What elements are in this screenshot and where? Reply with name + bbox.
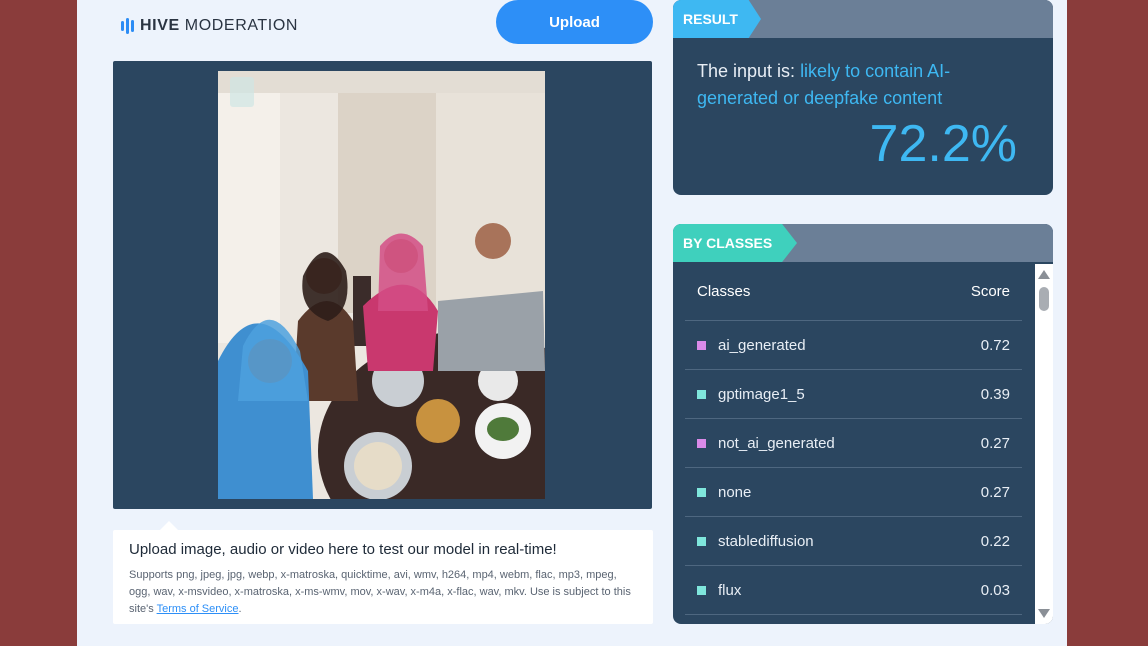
by-classes-card: BY CLASSES Classes Score ai_generated 0.7… [673,224,1053,624]
class-color-swatch [697,487,706,497]
table-row: gptimage1_5 0.39 [685,370,1022,419]
supported-formats-text: Supports png, jpeg, jpg, webp, x-matrosk… [129,567,637,618]
table-row: none 0.27 [685,468,1022,517]
logo-bars-icon [121,17,134,35]
upload-button[interactable]: Upload [496,0,653,44]
class-color-swatch [697,536,706,546]
class-color-swatch [697,585,706,595]
scroll-up-arrow-icon[interactable] [1038,270,1050,279]
class-name-cell: gptimage1_5 [697,386,805,403]
class-name-cell: none [697,484,751,501]
logo-text: HIVE MODERATION [140,17,298,35]
column-score: Score [970,282,1010,300]
uploaded-photo [218,71,545,499]
result-tag: RESULT [673,0,761,38]
class-name-cell: not_ai_generated [697,435,835,452]
page: HIVE MODERATION Upload Upload image, aud… [77,0,1067,646]
classes-rows: ai_generated 0.72 gptimage1_5 0.39 not_ai_ge… [685,321,1022,615]
supported-formats-end: . [238,603,242,615]
scroll-down-arrow-icon[interactable] [1038,609,1050,618]
class-color-swatch [697,438,706,448]
logo-brand: HIVE [140,17,180,34]
result-card: RESULT The input is: likely to contain A… [673,0,1053,195]
class-color-swatch [697,340,706,350]
scroll-thumb[interactable] [1039,287,1049,311]
column-classes: Classes [697,282,751,300]
result-score: 72.2% [869,115,1017,173]
result-header: RESULT [673,0,1053,38]
class-score: 0.22 [980,532,1010,550]
class-score: 0.39 [980,385,1010,403]
table-row: stablediffusion 0.22 [685,517,1022,566]
classes-scrollbar[interactable] [1035,264,1053,624]
class-name: flux [718,581,742,599]
class-score: 0.27 [980,434,1010,452]
logo-product: MODERATION [184,17,299,34]
class-name: none [718,483,752,501]
table-row: ai_generated 0.72 [685,321,1022,370]
result-prefix: The input is: [697,61,801,81]
classes-table: Classes Score ai_generated 0.72 gptimage1_… [685,262,1022,615]
by-classes-tag: BY CLASSES [673,224,797,262]
by-classes-header: BY CLASSES [673,224,1053,262]
table-row: flux 0.03 [685,566,1022,615]
upload-info-box: Upload image, audio or video here to tes… [113,521,653,624]
class-name: gptimage1_5 [718,385,805,403]
photo-image [218,71,545,499]
class-name-cell: ai_generated [697,337,806,354]
class-name: ai_generated [718,336,806,354]
class-name: stablediffusion [718,532,814,550]
media-preview [113,61,652,509]
class-score: 0.27 [980,483,1010,501]
class-name-cell: flux [697,582,741,599]
info-title: Upload image, audio or video here to tes… [129,541,557,558]
hive-logo[interactable]: HIVE MODERATION [121,16,298,36]
info-pointer [159,521,179,531]
result-description: The input is: likely to contain AI-gener… [697,58,1007,112]
terms-of-service-link[interactable]: Terms of Service [157,603,239,615]
class-color-swatch [697,389,706,399]
classes-table-header: Classes Score [685,262,1022,321]
class-name: not_ai_generated [718,434,835,452]
class-name-cell: stablediffusion [697,533,814,550]
table-row: not_ai_generated 0.27 [685,419,1022,468]
class-score: 0.03 [980,581,1010,599]
class-score: 0.72 [980,336,1010,354]
